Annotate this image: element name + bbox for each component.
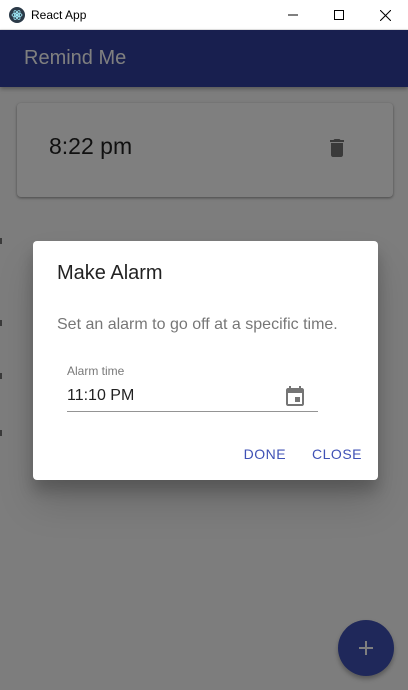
edge-mark [0, 430, 2, 436]
close-window-button[interactable] [362, 0, 408, 30]
edge-mark [0, 373, 2, 379]
dialog-title: Make Alarm [57, 262, 163, 284]
dialog-description: Set an alarm to go off at a specific tim… [57, 316, 338, 333]
dialog-actions: DONE CLOSE [226, 438, 370, 470]
edge-mark [0, 238, 2, 244]
open-picker-button[interactable] [283, 385, 307, 409]
window-controls [270, 0, 408, 30]
close-button[interactable]: CLOSE [304, 438, 370, 470]
app-window: React App Remind Me 8: [0, 0, 408, 690]
window-title: React App [31, 7, 87, 22]
maximize-button[interactable] [316, 0, 362, 30]
electron-app-icon [9, 6, 25, 23]
title-bar: React App [0, 0, 408, 30]
alarm-time-label: Alarm time [67, 364, 125, 378]
make-alarm-dialog: Make Alarm Set an alarm to go off at a s… [33, 241, 378, 480]
alarm-time-field: Alarm time [67, 364, 318, 412]
calendar-icon [286, 386, 304, 406]
done-button[interactable]: DONE [236, 438, 294, 470]
alarm-time-input[interactable] [67, 383, 277, 409]
maximize-icon [334, 10, 344, 20]
edge-mark [0, 320, 2, 326]
field-underline [67, 411, 318, 412]
minimize-icon [288, 14, 298, 16]
left-edge-marks [0, 30, 2, 690]
close-icon [379, 9, 391, 21]
minimize-button[interactable] [270, 0, 316, 30]
